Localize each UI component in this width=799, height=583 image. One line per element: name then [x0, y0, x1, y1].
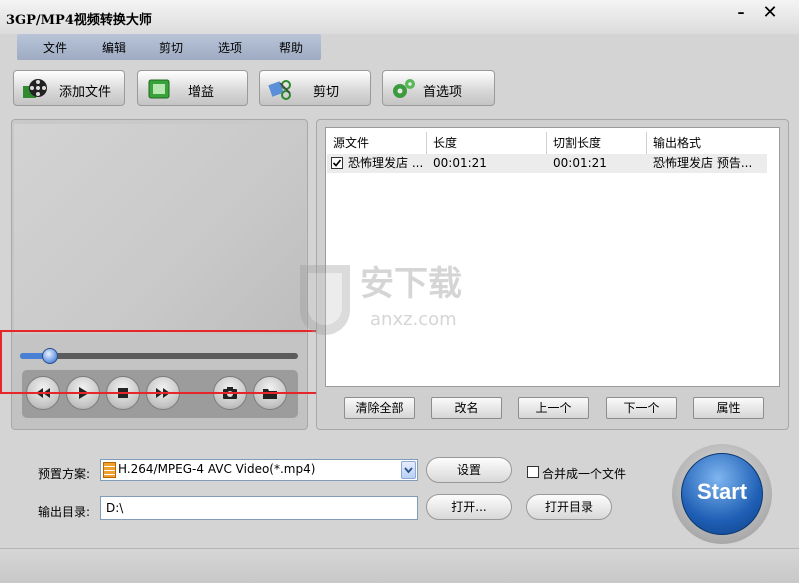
minimize-button[interactable]: –	[732, 4, 750, 22]
close-button[interactable]: ✕	[760, 3, 780, 23]
menu-edit[interactable]: 编辑	[102, 39, 126, 56]
preset-value: H.264/MPEG-4 AVC Video(*.mp4)	[118, 462, 316, 476]
add-file-label: 添加文件	[59, 85, 112, 100]
preferences-button[interactable]: 首选项	[382, 70, 495, 106]
cell-source: 恐怖理发店 ...	[348, 156, 424, 170]
film-reel-icon	[23, 79, 47, 98]
gain-label: 增益	[188, 85, 215, 100]
preferences-label: 首选项	[423, 85, 463, 100]
chevron-down-icon	[404, 467, 413, 474]
check-icon	[332, 159, 342, 167]
gain-icon	[148, 79, 170, 99]
cell-cut-length: 00:01:21	[553, 156, 607, 170]
cell-output-format: 恐怖理发店 预告...	[653, 156, 753, 170]
properties-button[interactable]: 属性	[693, 397, 764, 419]
status-bar	[0, 548, 799, 583]
scissors-icon	[268, 80, 291, 100]
add-file-button[interactable]: 添加文件	[13, 70, 125, 106]
watermark-text: 安下载	[360, 264, 462, 304]
cut-button[interactable]: 剪切	[259, 70, 371, 106]
open-button[interactable]: 打开...	[426, 494, 512, 520]
clear-all-button[interactable]: 清除全部	[344, 397, 415, 419]
move-up-button[interactable]: 上一个	[518, 397, 589, 419]
menu-bar: 文件 编辑 剪切 选项 帮助	[17, 34, 321, 60]
dropdown-arrow[interactable]	[401, 461, 416, 479]
move-down-button[interactable]: 下一个	[606, 397, 677, 419]
rename-button[interactable]: 改名	[431, 397, 502, 419]
column-cut-length[interactable]: 切割长度	[547, 132, 647, 154]
preset-label: 预置方案:	[38, 467, 91, 481]
output-dir-input[interactable]: D:\	[100, 496, 418, 520]
settings-button[interactable]: 设置	[426, 457, 512, 483]
gain-button[interactable]: 增益	[137, 70, 248, 106]
film-strip-icon	[103, 462, 116, 478]
cell-length: 00:01:21	[433, 156, 487, 170]
merge-label: 合并成一个文件	[542, 467, 627, 481]
menu-cut[interactable]: 剪切	[159, 39, 183, 56]
window-title: 3GP/MP4视频转换大师	[6, 13, 152, 28]
video-preview	[14, 124, 306, 334]
column-source[interactable]: 源文件	[327, 132, 427, 154]
column-output-format[interactable]: 输出格式	[647, 132, 767, 154]
merge-checkbox[interactable]	[527, 466, 539, 478]
menu-help[interactable]: 帮助	[279, 39, 303, 56]
open-directory-button[interactable]: 打开目录	[526, 494, 612, 520]
row-checkbox[interactable]	[331, 157, 343, 169]
gears-icon	[393, 79, 415, 98]
menu-options[interactable]: 选项	[218, 39, 242, 56]
menu-file[interactable]: 文件	[43, 39, 67, 56]
column-length[interactable]: 长度	[427, 132, 547, 154]
cut-label: 剪切	[313, 85, 340, 100]
watermark: 安下载 anxz.com	[290, 245, 510, 338]
watermark-url: anxz.com	[370, 309, 457, 330]
output-dir-label: 输出目录:	[38, 505, 91, 519]
watermark-logo: 安下载 anxz.com	[300, 264, 462, 335]
start-label: Start	[696, 479, 748, 504]
highlight-box	[0, 330, 323, 394]
